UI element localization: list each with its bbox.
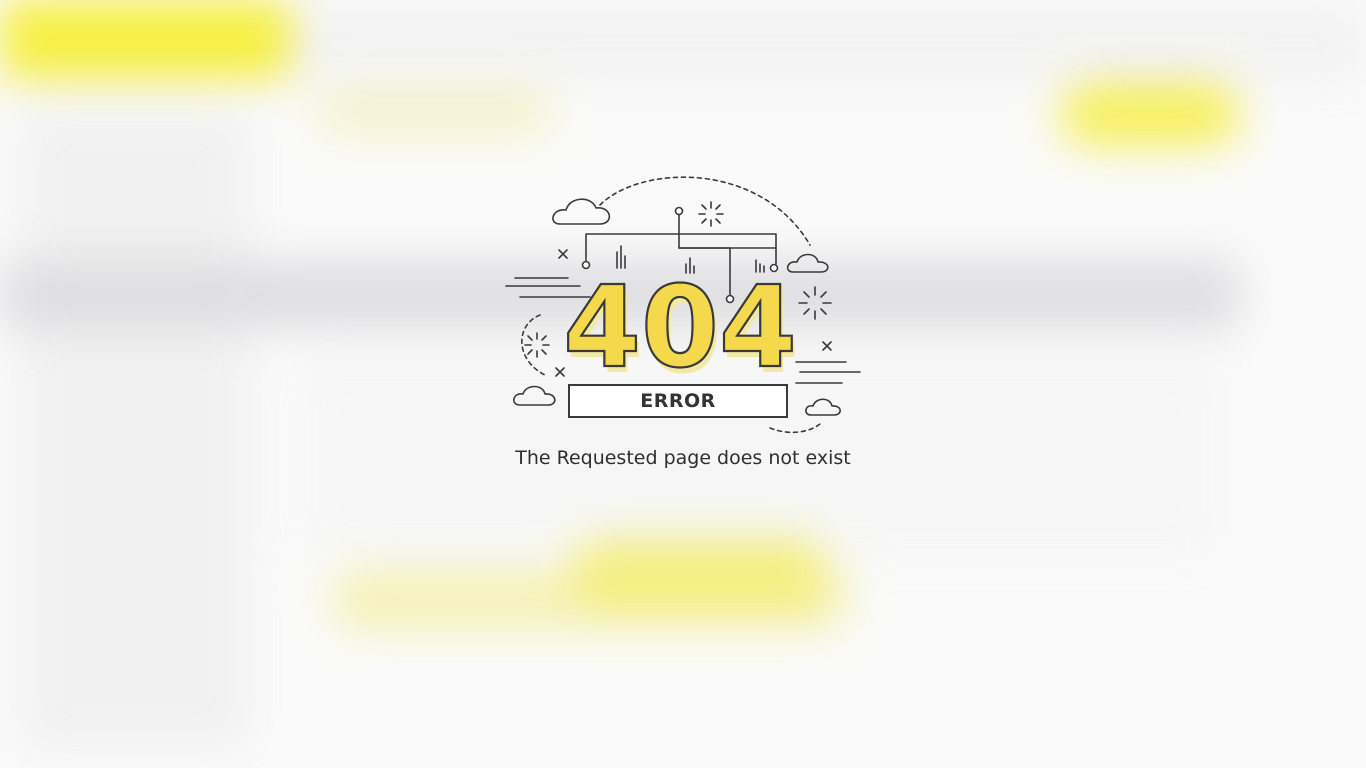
error-page: 404 404 ERROR The Requested page does no… xyxy=(0,0,1366,768)
error-label: ERROR xyxy=(640,390,716,412)
error-message: The Requested page does not exist xyxy=(515,447,851,469)
error-code: 404 xyxy=(563,263,797,393)
error-content: 404 404 ERROR The Requested page does no… xyxy=(0,0,1366,768)
error-label-box: ERROR xyxy=(568,384,788,418)
